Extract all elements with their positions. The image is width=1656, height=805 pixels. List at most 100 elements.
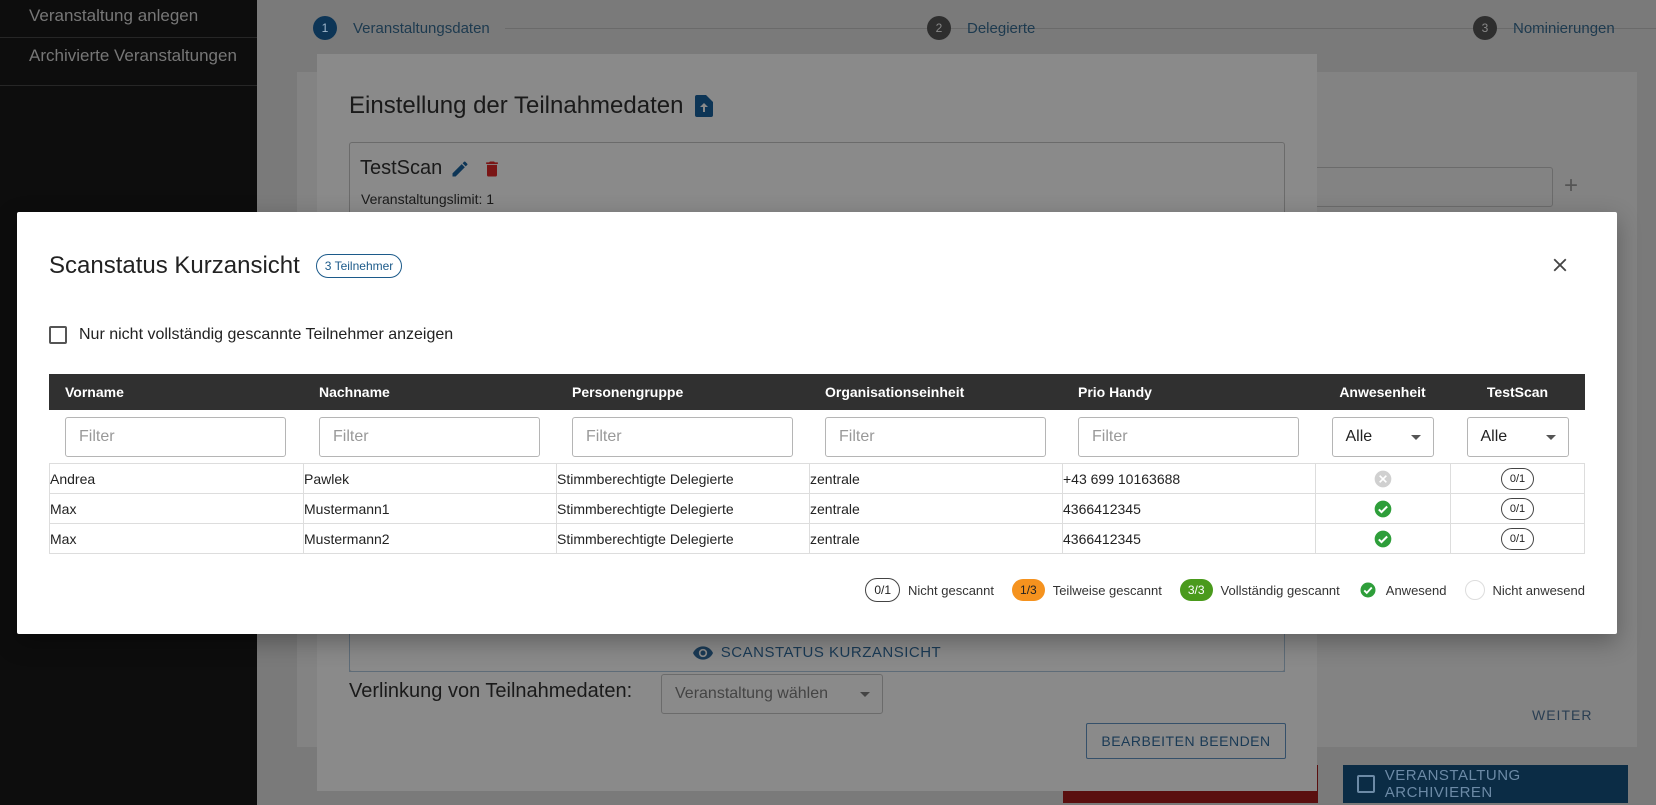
filter-input-prio-handy[interactable]: Filter — [1078, 416, 1299, 457]
cell-anwesenheit — [1315, 493, 1450, 524]
scanstatus-modal: Scanstatus Kurzansicht 3 Teilnehmer Nur … — [17, 212, 1617, 634]
file-upload-icon[interactable] — [695, 95, 714, 117]
filter-input-vorname[interactable]: Filter — [65, 416, 286, 457]
edit-icon[interactable] — [450, 159, 470, 179]
stepper: 1 Veranstaltungsdaten 2 Delegierte 3 Nom… — [313, 16, 1656, 42]
dialog-title-text: Einstellung der Teilnahmedaten — [349, 92, 684, 119]
filter-cell: Alle — [1450, 416, 1585, 457]
event-select-placeholder: Veranstaltung wählen — [675, 685, 828, 702]
scanstatus-button-label: SCANSTATUS KURZANSICHT — [720, 644, 942, 661]
check-circle-icon — [1360, 582, 1376, 598]
event-select[interactable]: Veranstaltung wählen — [661, 674, 883, 714]
check-circle-icon — [1374, 500, 1392, 517]
background-input[interactable] — [1300, 167, 1553, 207]
cell-organisationseinheit: zentrale — [809, 463, 1062, 494]
step-label: Delegierte — [967, 19, 1036, 37]
scan-status-pill: 0/1 — [1500, 467, 1535, 490]
filter-cell: Filter — [1062, 416, 1315, 457]
cell-prio-handy: 4366412345 — [1062, 493, 1315, 524]
event-limit: Veranstaltungslimit: 1 — [361, 191, 495, 207]
legend: 0/1 Nicht gescannt 1/3 Teilweise gescann… — [847, 578, 1585, 602]
add-icon[interactable]: + — [1564, 172, 1578, 200]
chevron-down-icon — [860, 692, 870, 697]
step-3[interactable]: 3 Nominierungen — [1473, 16, 1615, 40]
column-header-anwesenheit[interactable]: Anwesenheit — [1315, 384, 1450, 400]
column-header-personengruppe[interactable]: Personengruppe — [556, 384, 809, 400]
calendar-icon — [1357, 775, 1375, 793]
filter-cell: Filter — [556, 416, 809, 457]
close-icon[interactable] — [1549, 254, 1571, 276]
sidebar-item-archived-events[interactable]: Archivierte Veranstaltungen — [0, 38, 257, 86]
dialog-title: Einstellung der Teilnahmedaten — [349, 92, 714, 120]
eye-icon — [692, 645, 713, 660]
scan-name: TestScan — [360, 157, 443, 179]
scan-status-pill: 0/1 — [1500, 497, 1535, 520]
archive-label: VERANSTALTUNG ARCHIVIEREN — [1384, 767, 1521, 801]
column-header-testscan[interactable]: TestScan — [1450, 384, 1585, 400]
modal-title-text: Scanstatus Kurzansicht — [49, 252, 300, 279]
archive-event-button[interactable]: VERANSTALTUNG ARCHIVIEREN — [1343, 765, 1628, 803]
link-data-label: Verlinkung von Teilnahmedaten: — [349, 680, 633, 702]
step-label: Veranstaltungsdaten — [353, 19, 490, 37]
cell-testscan: 0/1 — [1450, 493, 1585, 524]
legend-label: Nicht gescannt — [908, 582, 995, 598]
filter-row: Filter Filter Filter Filter Filter Alle … — [49, 410, 1585, 464]
legend-not-scanned: 0/1 Nicht gescannt — [865, 578, 994, 602]
step-number: 3 — [1473, 16, 1497, 40]
cell-personengruppe: Stimmberechtigte Delegierte — [556, 523, 809, 554]
column-header-vorname[interactable]: Vorname — [49, 384, 303, 400]
legend-pill: 0/1 — [865, 578, 901, 602]
cell-organisationseinheit: zentrale — [809, 493, 1062, 524]
step-number: 2 — [927, 16, 951, 40]
legend-label: Nicht anwesend — [1492, 582, 1586, 598]
cell-vorname: Andrea — [49, 463, 303, 494]
cell-nachname: Mustermann2 — [303, 523, 556, 554]
incomplete-filter-toggle[interactable]: Nur nicht vollständig gescannte Teilnehm… — [49, 326, 453, 344]
filter-cell: Alle — [1315, 416, 1450, 457]
cell-personengruppe: Stimmberechtigte Delegierte — [556, 463, 809, 494]
filter-select-anwesenheit[interactable]: Alle — [1331, 416, 1434, 457]
legend-not-present: Nicht anwesend — [1464, 580, 1586, 600]
column-header-nachname[interactable]: Nachname — [303, 384, 556, 400]
step-number: 1 — [313, 16, 337, 40]
cell-organisationseinheit: zentrale — [809, 523, 1062, 554]
legend-pill: 1/3 — [1012, 579, 1045, 601]
table-row[interactable]: Max Mustermann2 Stimmberechtigte Delegie… — [49, 523, 1585, 554]
table-row[interactable]: Max Mustermann1 Stimmberechtigte Delegie… — [49, 493, 1585, 524]
step-1[interactable]: 1 Veranstaltungsdaten — [313, 16, 490, 40]
column-header-organisationseinheit[interactable]: Organisationseinheit — [809, 384, 1062, 400]
filter-input-organisationseinheit[interactable]: Filter — [825, 416, 1046, 457]
table-header: Vorname Nachname Personengruppe Organisa… — [49, 374, 1585, 410]
filter-select-testscan[interactable]: Alle — [1466, 416, 1569, 457]
filter-cell: Filter — [303, 416, 556, 457]
filter-cell: Filter — [809, 416, 1062, 457]
cell-testscan: 0/1 — [1450, 463, 1585, 494]
filter-cell: Filter — [49, 416, 303, 457]
select-value: Alle — [1345, 427, 1373, 445]
legend-label: Teilweise gescannt — [1052, 582, 1162, 598]
check-circle-icon — [1374, 530, 1392, 547]
table-row[interactable]: Andrea Pawlek Stimmberechtigte Delegiert… — [49, 463, 1585, 494]
cell-vorname: Max — [49, 493, 303, 524]
cell-anwesenheit — [1315, 463, 1450, 494]
cell-prio-handy: +43 699 10163688 — [1062, 463, 1315, 494]
filter-input-personengruppe[interactable]: Filter — [572, 416, 793, 457]
chevron-down-icon — [1545, 434, 1556, 440]
next-button[interactable]: WEITER — [1532, 707, 1592, 723]
legend-label: Anwesend — [1385, 582, 1447, 598]
empty-circle-icon — [1464, 580, 1485, 600]
sidebar-item-create-event[interactable]: Veranstaltung anlegen — [0, 0, 257, 38]
finish-editing-button[interactable]: BEARBEITEN BEENDEN — [1086, 723, 1286, 759]
participants-table: Vorname Nachname Personengruppe Organisa… — [49, 374, 1585, 554]
scanstatus-overview-button[interactable]: SCANSTATUS KURZANSICHT — [349, 634, 1285, 672]
cell-nachname: Pawlek — [303, 463, 556, 494]
checkbox[interactable] — [49, 326, 67, 344]
step-2[interactable]: 2 Delegierte — [927, 16, 1035, 40]
participant-count-badge: 3 Teilnehmer — [315, 254, 403, 278]
cell-vorname: Max — [49, 523, 303, 554]
delete-icon[interactable] — [482, 159, 502, 179]
step-label: Nominierungen — [1513, 19, 1615, 37]
cell-nachname: Mustermann1 — [303, 493, 556, 524]
filter-input-nachname[interactable]: Filter — [319, 416, 540, 457]
column-header-prio-handy[interactable]: Prio Handy — [1062, 384, 1315, 400]
